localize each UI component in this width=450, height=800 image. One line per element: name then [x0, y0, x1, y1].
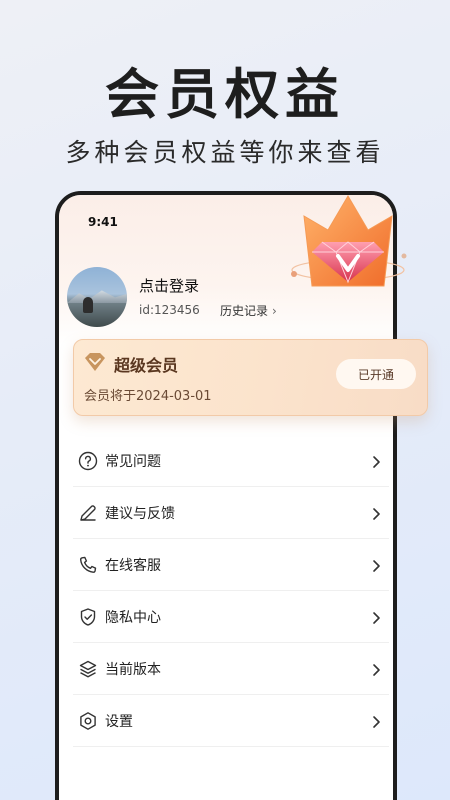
history-link[interactable]: 历史记录 › — [220, 302, 277, 319]
vip-crown-icon — [291, 195, 407, 287]
gear-hexagon-icon — [77, 710, 99, 732]
menu-item-label: 设置 — [105, 713, 133, 730]
chevron-right-icon: › — [272, 303, 277, 318]
user-id: id:123456 — [139, 303, 200, 317]
menu-item-privacy[interactable]: 隐私中心 — [73, 591, 389, 643]
menu-list: 常见问题 建议与反馈 在线客服 隐私中心 当前版本 设置 — [73, 435, 389, 747]
diamond-badge-icon — [85, 353, 105, 371]
menu-item-settings[interactable]: 设置 — [73, 695, 389, 747]
chevron-right-icon — [369, 454, 383, 468]
menu-item-customer-service[interactable]: 在线客服 — [73, 539, 389, 591]
chevron-right-icon — [369, 714, 383, 728]
menu-item-label: 建议与反馈 — [105, 505, 175, 522]
menu-item-label: 当前版本 — [105, 661, 161, 678]
chevron-right-icon — [369, 506, 383, 520]
layers-icon — [77, 658, 99, 680]
menu-item-feedback[interactable]: 建议与反馈 — [73, 487, 389, 539]
poster-title: 会员权益 — [105, 63, 345, 126]
phone-icon — [77, 554, 99, 576]
avatar[interactable] — [67, 267, 127, 327]
vip-expiry-text: 会员将于2024-03-01 — [84, 389, 212, 404]
menu-item-label: 在线客服 — [105, 557, 161, 574]
menu-item-label: 常见问题 — [105, 453, 161, 470]
login-link[interactable]: 点击登录 — [139, 275, 199, 296]
chevron-right-icon — [369, 558, 383, 572]
vip-activated-button[interactable]: 已开通 — [336, 359, 416, 389]
question-circle-icon — [77, 450, 99, 472]
menu-item-label: 隐私中心 — [105, 609, 161, 626]
menu-item-faq[interactable]: 常见问题 — [73, 435, 389, 487]
shield-check-icon — [77, 606, 99, 628]
menu-item-version[interactable]: 当前版本 — [73, 643, 389, 695]
history-label: 历史记录 — [220, 304, 269, 318]
chevron-right-icon — [369, 610, 383, 624]
vip-membership-card[interactable]: 超级会员 会员将于2024-03-01 已开通 — [73, 339, 428, 416]
status-bar-time: 9:41 — [88, 215, 118, 229]
poster-subtitle: 多种会员权益等你来查看 — [65, 138, 385, 167]
pencil-icon — [77, 502, 99, 524]
chevron-right-icon — [369, 662, 383, 676]
vip-title: 超级会员 — [114, 356, 179, 375]
